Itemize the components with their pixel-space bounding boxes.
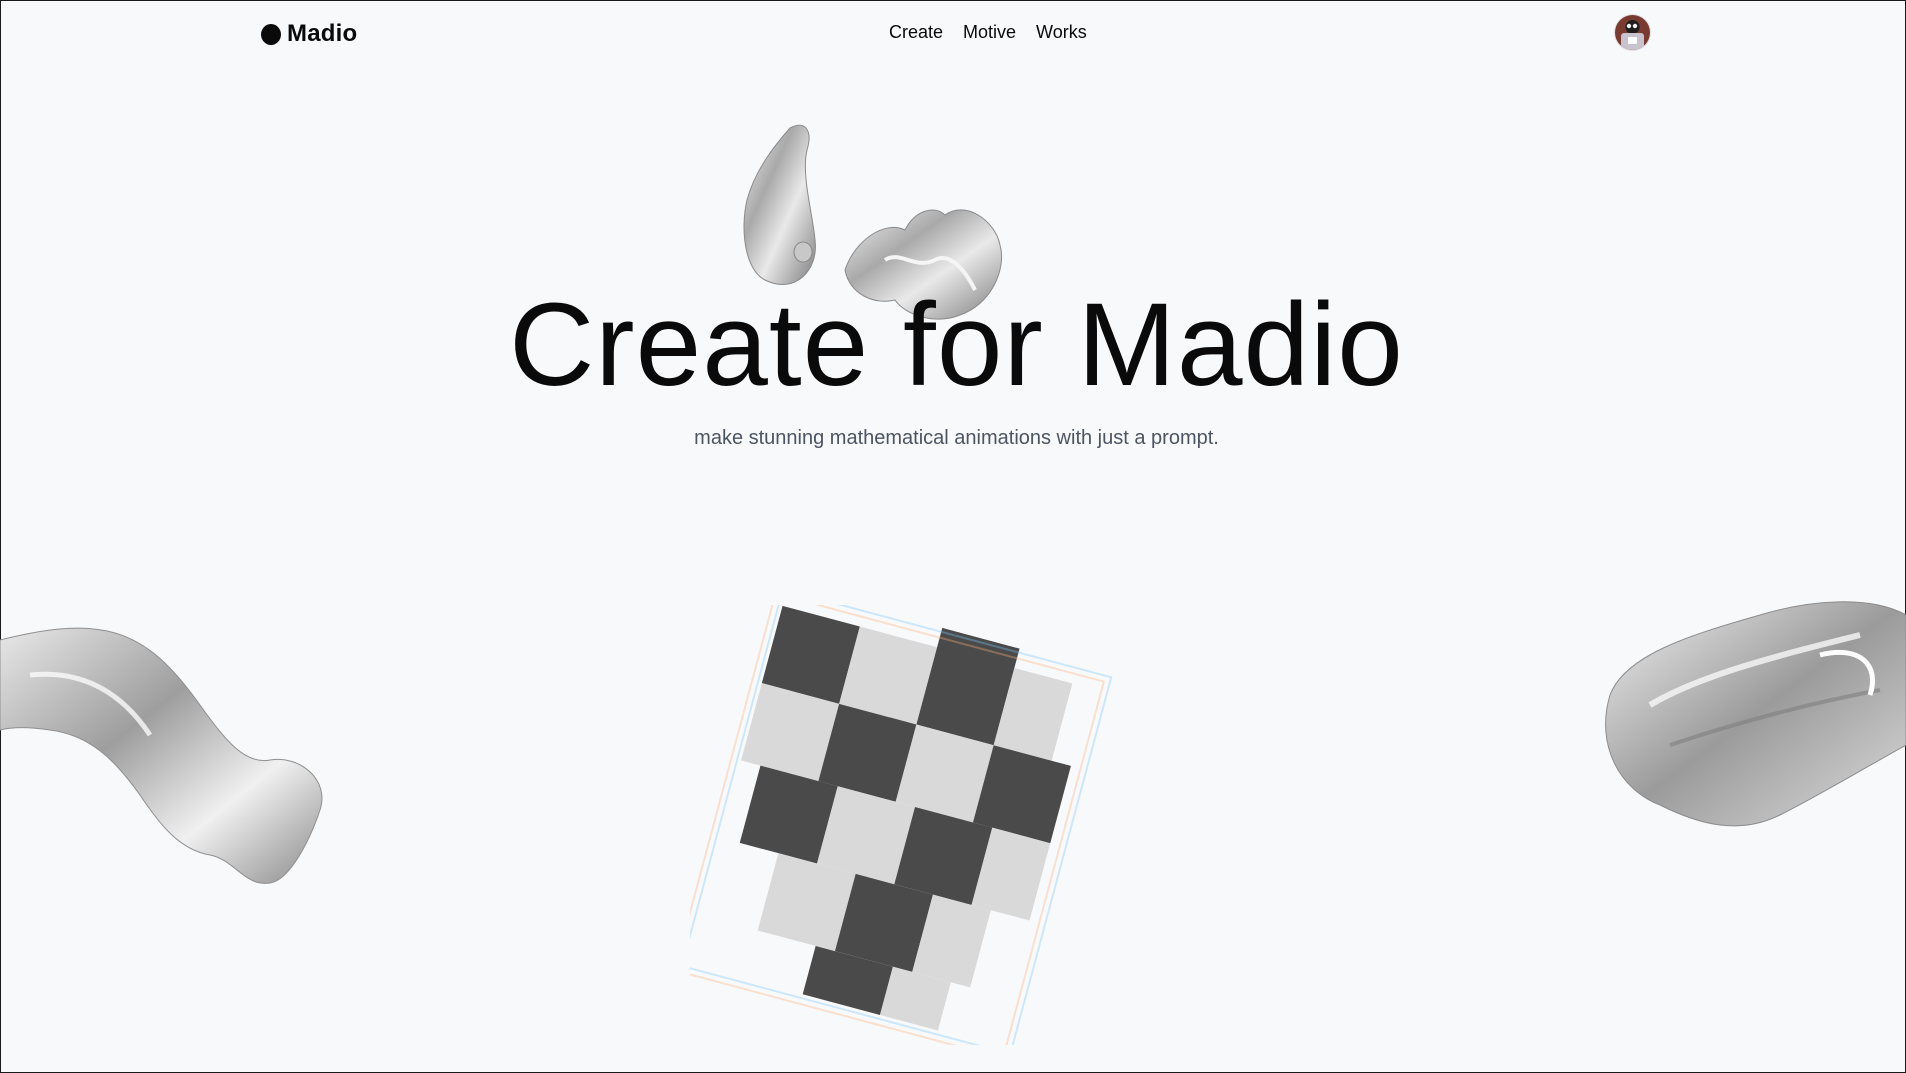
nav-create-link[interactable]: Create [889, 22, 943, 43]
brand-dot-icon [261, 23, 281, 45]
top-nav-bar: Madio Create Motive Works [0, 0, 1906, 70]
brand-name: Madio [287, 20, 358, 47]
nav-motive-link[interactable]: Motive [963, 22, 1016, 43]
nav-works-link[interactable]: Works [1036, 22, 1087, 43]
voxel-cube-cluster [690, 605, 1113, 1045]
avatar-image [1615, 15, 1650, 50]
liquid-metal-knot-right [1605, 601, 1906, 827]
user-avatar[interactable] [1615, 15, 1650, 50]
liquid-metal-arm-left [0, 627, 323, 884]
main-nav: Create Motive Works [889, 22, 1087, 43]
hero-title: Create for Madio [509, 279, 1404, 411]
brand-logo-link[interactable]: Madio [261, 20, 357, 48]
hero-subtitle: make stunning mathematical animations wi… [694, 427, 1219, 449]
